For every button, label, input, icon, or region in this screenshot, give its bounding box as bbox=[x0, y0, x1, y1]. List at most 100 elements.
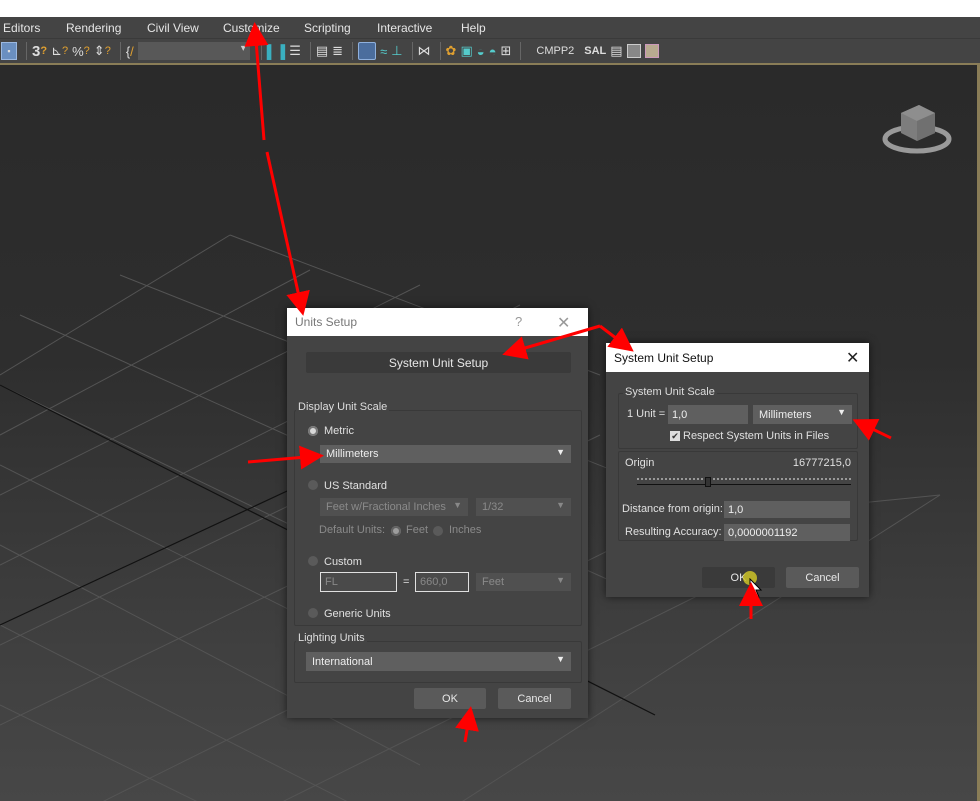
render-setup-icon[interactable]: ▣ bbox=[460, 42, 472, 60]
resulting-accuracy-label: Resulting Accuracy: bbox=[625, 526, 722, 538]
noise-texture-icon[interactable] bbox=[644, 42, 659, 60]
distance-from-origin-label: Distance from origin: bbox=[622, 503, 723, 515]
menu-bar: Editors Rendering Civil View Customize S… bbox=[0, 17, 980, 39]
unit-value-input[interactable]: 1,0 bbox=[668, 405, 748, 424]
mirror-icon[interactable]: ▌▐ bbox=[267, 42, 285, 60]
chevron-down-icon: ▼ bbox=[453, 500, 462, 510]
mouse-cursor-icon bbox=[749, 578, 763, 599]
default-units-feet-radio[interactable] bbox=[391, 526, 401, 536]
named-selection-sets-dropdown[interactable] bbox=[137, 42, 250, 60]
units-setup-dialog: Units Setup ? ✕ System Unit Setup Displa… bbox=[287, 308, 588, 718]
dialog-title: Units Setup bbox=[295, 315, 358, 329]
gray-swatch-icon[interactable] bbox=[626, 42, 641, 60]
toolbar-separator bbox=[520, 42, 522, 60]
toolbar-separator bbox=[352, 42, 354, 60]
schematic-view-icon[interactable]: ⋈ bbox=[418, 42, 431, 60]
one-unit-label: 1 Unit = bbox=[627, 408, 666, 420]
menu-scripting[interactable]: Scripting bbox=[301, 21, 374, 35]
edit-named-selection-icon[interactable]: {/ bbox=[126, 42, 134, 60]
select-window-crossing-icon[interactable]: ▪ bbox=[1, 42, 17, 60]
menu-interactive[interactable]: Interactive bbox=[374, 21, 458, 35]
cancel-button[interactable]: Cancel bbox=[786, 567, 859, 588]
sal-button[interactable]: SAL bbox=[584, 42, 606, 60]
default-units-inches-radio[interactable] bbox=[433, 526, 443, 536]
toolbar-separator bbox=[411, 42, 413, 60]
viewcube-icon[interactable] bbox=[881, 95, 953, 155]
menu-rendering[interactable]: Rendering bbox=[63, 21, 144, 35]
metric-label: Metric bbox=[324, 425, 354, 437]
system-unit-setup-title-bar: System Unit Setup ✕ bbox=[606, 343, 869, 372]
cmpp2-button[interactable]: CMPP2 bbox=[536, 45, 574, 57]
toolbar-separator bbox=[309, 42, 311, 60]
close-icon[interactable]: ✕ bbox=[557, 313, 570, 333]
custom-label: Custom bbox=[324, 556, 362, 568]
menu-civil-view[interactable]: Civil View bbox=[144, 21, 220, 35]
respect-system-units-checkbox[interactable]: ✔ Respect System Units in Files bbox=[670, 430, 829, 442]
us-standard-fraction-value: 1/32 bbox=[482, 501, 504, 513]
layer-explorer-icon[interactable]: ≣ bbox=[332, 42, 343, 60]
distance-from-origin-input[interactable]: 1,0 bbox=[724, 501, 850, 518]
menu-editors[interactable]: Editors bbox=[0, 21, 63, 35]
percent-snap-icon[interactable]: %? bbox=[72, 42, 90, 60]
custom-equals-label: = bbox=[403, 576, 410, 588]
us-standard-radio[interactable] bbox=[308, 480, 318, 490]
metric-radio[interactable] bbox=[308, 426, 318, 436]
toolbar-separator bbox=[26, 42, 27, 60]
main-toolbar: ▪ 3? ⊾? %? ⇕? {/ ▌▐ ☰ ▤ ≣ ≈ ⊥ ⋈ ✿ ▣ ◒ ◓ … bbox=[0, 39, 980, 63]
ok-button[interactable]: OK bbox=[702, 567, 775, 588]
resulting-accuracy-field: 0,0000001192 bbox=[724, 524, 850, 541]
cancel-button[interactable]: Cancel bbox=[498, 688, 571, 709]
us-standard-fraction-dropdown[interactable]: 1/32 ▼ bbox=[476, 498, 571, 516]
origin-slider-track[interactable] bbox=[637, 484, 851, 485]
lighting-units-value: International bbox=[312, 655, 373, 668]
snaps-label: 3 bbox=[32, 42, 41, 60]
custom-name-input[interactable]: FL bbox=[320, 572, 397, 592]
ribbon-toggle-icon[interactable] bbox=[358, 42, 377, 60]
help-icon[interactable]: ? bbox=[515, 314, 522, 329]
spinner-snap-icon[interactable]: ⇕? bbox=[94, 42, 111, 60]
us-standard-label: US Standard bbox=[324, 480, 387, 492]
us-standard-unit-dropdown[interactable]: Feet w/Fractional Inches ▼ bbox=[320, 498, 468, 516]
us-standard-unit-value: Feet w/Fractional Inches bbox=[326, 501, 446, 513]
menu-help[interactable]: Help bbox=[458, 21, 486, 35]
clipboard-icon[interactable]: ▤ bbox=[610, 42, 622, 60]
menu-customize[interactable]: Customize bbox=[220, 21, 301, 35]
snaps-toggle-icon[interactable]: 3? bbox=[32, 42, 47, 60]
material-editor-icon[interactable]: ✿ bbox=[446, 42, 457, 60]
align-icon[interactable]: ☰ bbox=[289, 42, 301, 60]
render-grid-icon[interactable]: ⊞ bbox=[500, 42, 511, 60]
custom-radio[interactable] bbox=[308, 556, 318, 566]
generic-units-radio[interactable] bbox=[308, 608, 318, 618]
origin-value: 16777215,0 bbox=[792, 457, 851, 469]
chevron-down-icon: ▼ bbox=[556, 447, 565, 457]
units-setup-title-bar: Units Setup ? ✕ bbox=[287, 308, 588, 336]
lighting-units-label: Lighting Units bbox=[296, 632, 367, 644]
ok-button[interactable]: OK bbox=[414, 688, 486, 709]
respect-system-units-label: Respect System Units in Files bbox=[683, 430, 830, 442]
chevron-down-icon: ▼ bbox=[556, 575, 565, 585]
origin-slider-ticks bbox=[637, 478, 851, 480]
scene-explorer-icon[interactable]: ▤ bbox=[316, 42, 328, 60]
origin-slider-thumb[interactable] bbox=[704, 477, 711, 487]
curve-editor-icon[interactable]: ≈ bbox=[380, 42, 387, 60]
metric-unit-dropdown[interactable]: Millimeters ▼ bbox=[320, 445, 571, 463]
custom-unit-dropdown[interactable]: Feet ▼ bbox=[476, 573, 571, 591]
render-production-icon[interactable]: ◓ bbox=[489, 42, 497, 60]
display-unit-scale-group bbox=[294, 410, 582, 626]
lighting-units-dropdown[interactable]: International ▼ bbox=[306, 652, 571, 671]
percent-snap-label: % bbox=[72, 43, 84, 59]
metric-unit-value: Millimeters bbox=[326, 448, 379, 460]
toolbar-separator bbox=[119, 42, 121, 60]
default-units-label: Default Units: bbox=[319, 524, 386, 536]
angle-snap-icon[interactable]: ⊾? bbox=[51, 42, 68, 60]
custom-value-input[interactable]: 660,0 bbox=[415, 572, 469, 592]
rendered-frame-window-icon[interactable]: ◒ bbox=[477, 42, 485, 60]
chevron-down-icon: ▼ bbox=[556, 500, 565, 510]
default-units-feet-label: Feet bbox=[406, 524, 429, 536]
top-strip bbox=[0, 0, 980, 17]
system-unit-setup-button[interactable]: System Unit Setup bbox=[306, 352, 571, 373]
unit-type-dropdown[interactable]: Millimeters ▼ bbox=[753, 405, 852, 424]
chevron-down-icon: ▼ bbox=[837, 407, 846, 417]
dope-sheet-icon[interactable]: ⊥ bbox=[391, 42, 402, 60]
close-icon[interactable]: ✕ bbox=[846, 348, 859, 368]
